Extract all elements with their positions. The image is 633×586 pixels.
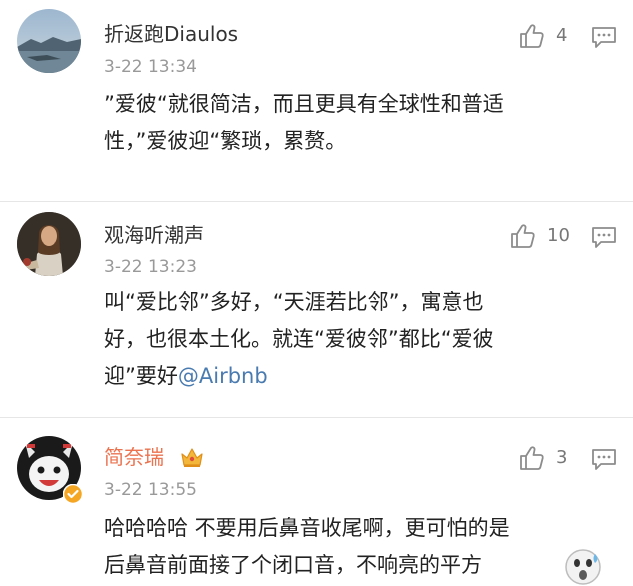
speech-bubble-icon	[592, 449, 616, 470]
comment-feed: 折返跑Diaulos 3-22 13:34 4 ”爱彼“就很简洁，而且更具有全球…	[0, 0, 633, 586]
comment-text-line: 后鼻音前面接了个闭口音，不响亮的平方	[104, 553, 482, 577]
comment-text-line: 性，”爱彼迎“繁琐，累赘。	[104, 129, 347, 153]
avatar[interactable]	[17, 9, 81, 73]
timestamp: 3-22 13:34	[104, 57, 197, 77]
comment-text-fragment: 迎”要好	[104, 364, 178, 388]
comment-item: 简奈瑞 3-22 13:55 3 哈哈哈哈 不要用后鼻音收尾啊，更可怕的是 后鼻…	[0, 418, 633, 586]
reply-button[interactable]	[591, 24, 617, 50]
crown-icon	[180, 446, 204, 468]
username[interactable]: 折返跑Diaulos	[104, 22, 238, 46]
thumbs-up-icon	[520, 24, 544, 48]
thumbs-up-icon	[520, 446, 544, 470]
avatar[interactable]	[17, 212, 81, 276]
surprised-face-icon	[564, 548, 602, 586]
like-count: 4	[556, 25, 568, 46]
like-count: 3	[556, 447, 568, 468]
timestamp: 3-22 13:55	[104, 480, 197, 500]
like-button[interactable]: 10	[509, 222, 579, 252]
comment-item: 折返跑Diaulos 3-22 13:34 4 ”爱彼“就很简洁，而且更具有全球…	[0, 0, 633, 200]
comment-item: 观海听潮声 3-22 13:23 10 叫“爱比邻”多好，“天涯若比邻”，寓意也…	[0, 202, 633, 417]
username[interactable]: 简奈瑞	[104, 445, 164, 469]
comment-text: 叫“爱比邻”多好，“天涯若比邻”，寓意也 好，也很本土化。就连“爱彼邻”都比“爱…	[104, 284, 614, 395]
verified-badge-icon	[62, 483, 84, 505]
comment-text-line: 好，也很本土化。就连“爱彼邻”都比“爱彼	[104, 327, 494, 351]
like-button[interactable]: 4	[518, 22, 588, 52]
comment-text-line: 叫“爱比邻”多好，“天涯若比邻”，寓意也	[104, 290, 484, 314]
speech-bubble-icon	[592, 227, 616, 248]
username[interactable]: 观海听潮声	[104, 223, 204, 247]
thumbs-up-icon	[511, 224, 535, 248]
like-button[interactable]: 3	[518, 444, 588, 474]
speech-bubble-icon	[592, 27, 616, 48]
timestamp: 3-22 13:23	[104, 257, 197, 277]
comment-text: 哈哈哈哈 不要用后鼻音收尾啊，更可怕的是 后鼻音前面接了个闭口音，不响亮的平方	[104, 510, 614, 584]
comment-text: ”爱彼“就很简洁，而且更具有全球性和普适 性，”爱彼迎“繁琐，累赘。	[104, 86, 614, 160]
reply-button[interactable]	[591, 446, 617, 472]
mention-link[interactable]: @Airbnb	[178, 364, 268, 388]
reply-button[interactable]	[591, 224, 617, 250]
comment-text-line: 哈哈哈哈 不要用后鼻音收尾啊，更可怕的是	[104, 516, 510, 540]
comment-text-line: 迎”要好@Airbnb	[104, 358, 614, 395]
like-count: 10	[547, 225, 570, 246]
comment-text-line: ”爱彼“就很简洁，而且更具有全球性和普适	[104, 92, 504, 116]
